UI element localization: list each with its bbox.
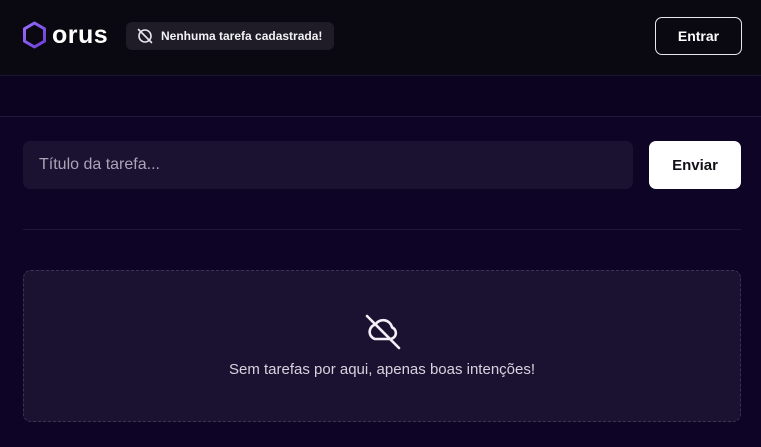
- empty-state: Sem tarefas por aqui, apenas boas intenç…: [23, 270, 741, 422]
- app-header: orus Nenhuma tarefa cadastrada! Entrar: [0, 0, 761, 76]
- no-entry-icon: [137, 28, 153, 44]
- divider: [23, 229, 741, 230]
- status-badge: Nenhuma tarefa cadastrada!: [126, 22, 335, 50]
- logo-text: orus: [52, 21, 109, 49]
- task-title-input[interactable]: [23, 141, 633, 189]
- logo-hexagon-icon: [23, 21, 46, 49]
- send-button[interactable]: Enviar: [649, 141, 741, 189]
- login-button[interactable]: Entrar: [655, 17, 742, 55]
- status-badge-text: Nenhuma tarefa cadastrada!: [161, 29, 323, 43]
- cloud-off-icon: [365, 314, 401, 350]
- logo[interactable]: orus: [22, 21, 108, 49]
- empty-state-message: Sem tarefas por aqui, apenas boas intenç…: [228, 361, 536, 378]
